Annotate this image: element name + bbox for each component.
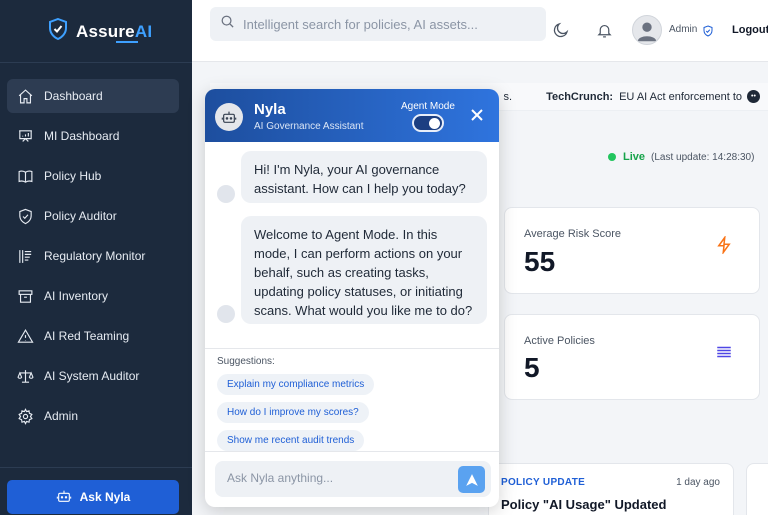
suggestion-chip[interactable]: Explain my compliance metrics: [217, 374, 375, 395]
agent-mode-toggle[interactable]: [412, 114, 444, 132]
shield-logo-icon: [48, 17, 68, 45]
bolt-icon: [715, 234, 733, 256]
dark-mode-toggle[interactable]: [552, 21, 570, 39]
more-icon[interactable]: ••: [747, 90, 760, 103]
search-input[interactable]: [243, 16, 533, 32]
update-tag: POLICY UPDATE: [501, 477, 586, 488]
user-icon: [637, 22, 657, 42]
card-value: 55: [524, 246, 556, 277]
sidebar-item-label: Admin: [44, 409, 79, 423]
sidebar-item-policy-hub[interactable]: Policy Hub: [7, 159, 179, 193]
document-lines-icon: [17, 248, 34, 265]
ask-nyla-label: Ask Nyla: [79, 490, 131, 504]
suggestions-divider: [205, 348, 499, 349]
moon-icon: [553, 22, 569, 38]
search-bar[interactable]: [210, 7, 546, 41]
ask-nyla-button[interactable]: Ask Nyla: [7, 480, 179, 514]
sidebar-item-label: AI System Auditor: [44, 369, 140, 383]
ticker-headline[interactable]: EU AI Act enforcement to: [619, 91, 742, 103]
card-title: Average Risk Score: [524, 228, 622, 240]
ticker-prefix: s.: [503, 90, 513, 103]
next-card-edge[interactable]: [746, 463, 768, 515]
sidebar-item-ai-system-auditor[interactable]: AI System Auditor: [7, 359, 179, 393]
suggestion-chip[interactable]: How do I improve my scores?: [217, 402, 369, 423]
message-bubble: Welcome to Agent Mode. In this mode, I c…: [241, 216, 487, 324]
app-name: AssureAI: [76, 21, 153, 41]
live-label: Live: [623, 151, 646, 163]
robot-icon: [221, 111, 237, 123]
list-icon: [715, 343, 733, 361]
archive-icon: [17, 288, 34, 305]
sidebar-item-label: AI Red Teaming: [44, 329, 130, 343]
top-header: Admin Logout: [192, 0, 768, 62]
sidebar-item-ai-inventory[interactable]: AI Inventory: [7, 279, 179, 313]
sidebar-item-mi-dashboard[interactable]: MI Dashboard: [7, 119, 179, 153]
suggestions-label: Suggestions:: [217, 356, 275, 367]
assistant-avatar: [217, 305, 235, 323]
sidebar-item-label: Policy Auditor: [44, 209, 117, 223]
sidebar-item-admin[interactable]: Admin: [7, 399, 179, 433]
home-icon: [17, 88, 34, 105]
assistant-avatar: [217, 185, 235, 203]
bot-avatar: [215, 103, 243, 131]
last-update-text: (Last update: 14:28:30): [651, 151, 755, 163]
assistant-name: Nyla: [254, 101, 286, 118]
close-chat-button[interactable]: [469, 107, 485, 123]
agent-mode-label: Agent Mode: [401, 101, 455, 112]
sidebar-divider: [0, 62, 192, 63]
active-policies-card[interactable]: Active Policies 5: [504, 314, 760, 400]
sidebar-item-label: Regulatory Monitor: [44, 249, 146, 263]
sidebar-item-label: Policy Hub: [44, 169, 102, 183]
close-icon: [471, 109, 483, 121]
shield-check-icon: [17, 208, 34, 225]
sidebar-item-label: MI Dashboard: [44, 129, 120, 143]
send-icon: [465, 473, 478, 486]
update-time: 1 day ago: [676, 477, 720, 488]
user-role-label: Admin: [669, 24, 698, 35]
chat-input-bar: [215, 461, 491, 497]
sidebar-nav: Dashboard MI Dashboard Policy Hub Policy…: [7, 79, 179, 439]
logout-button[interactable]: Logout: [732, 24, 768, 36]
robot-icon: [56, 488, 72, 507]
live-dot-icon: [608, 153, 616, 161]
sidebar-item-dashboard[interactable]: Dashboard: [7, 79, 179, 113]
scale-icon: [17, 368, 34, 385]
assistant-subtitle: AI Governance Assistant: [254, 121, 364, 132]
presentation-icon: [17, 128, 34, 145]
sidebar-item-label: AI Inventory: [44, 289, 109, 303]
toggle-knob: [429, 118, 440, 129]
sidebar-item-label: Dashboard: [44, 89, 103, 103]
sidebar-item-regulatory-monitor[interactable]: Regulatory Monitor: [7, 239, 179, 273]
book-icon: [17, 168, 34, 185]
send-button[interactable]: [458, 466, 485, 493]
sidebar: AssureAI Dashboard MI Dashboard Policy H…: [0, 0, 192, 515]
avatar[interactable]: [632, 15, 662, 45]
live-status: Live (Last update: 14:28:30): [608, 151, 754, 163]
update-title: Policy "AI Usage" Updated: [501, 497, 667, 512]
sidebar-item-policy-auditor[interactable]: Policy Auditor: [7, 199, 179, 233]
verified-shield-icon: [702, 24, 714, 37]
average-risk-score-card[interactable]: Average Risk Score 55: [504, 207, 760, 294]
chat-header: Nyla AI Governance Assistant Agent Mode: [205, 89, 499, 142]
chat-input[interactable]: [227, 471, 447, 485]
warning-icon: [17, 328, 34, 345]
search-icon: [220, 14, 243, 34]
policy-update-card[interactable]: POLICY UPDATE 1 day ago Policy "AI Usage…: [488, 463, 734, 515]
sidebar-item-ai-red-teaming[interactable]: AI Red Teaming: [7, 319, 179, 353]
logo-underline: [116, 41, 138, 43]
sidebar-divider: [0, 467, 192, 468]
bell-icon: [597, 24, 612, 38]
card-value: 5: [524, 352, 540, 383]
suggestion-chip[interactable]: Show me recent audit trends: [217, 430, 365, 451]
gear-icon: [17, 407, 34, 425]
card-title: Active Policies: [524, 335, 595, 347]
message-bubble: Hi! I'm Nyla, your AI governance assista…: [241, 151, 487, 203]
input-divider: [205, 451, 499, 452]
nyla-chat-panel: Nyla AI Governance Assistant Agent Mode …: [205, 89, 499, 507]
ticker-source: TechCrunch:: [546, 90, 614, 103]
notifications-button[interactable]: [596, 22, 613, 39]
